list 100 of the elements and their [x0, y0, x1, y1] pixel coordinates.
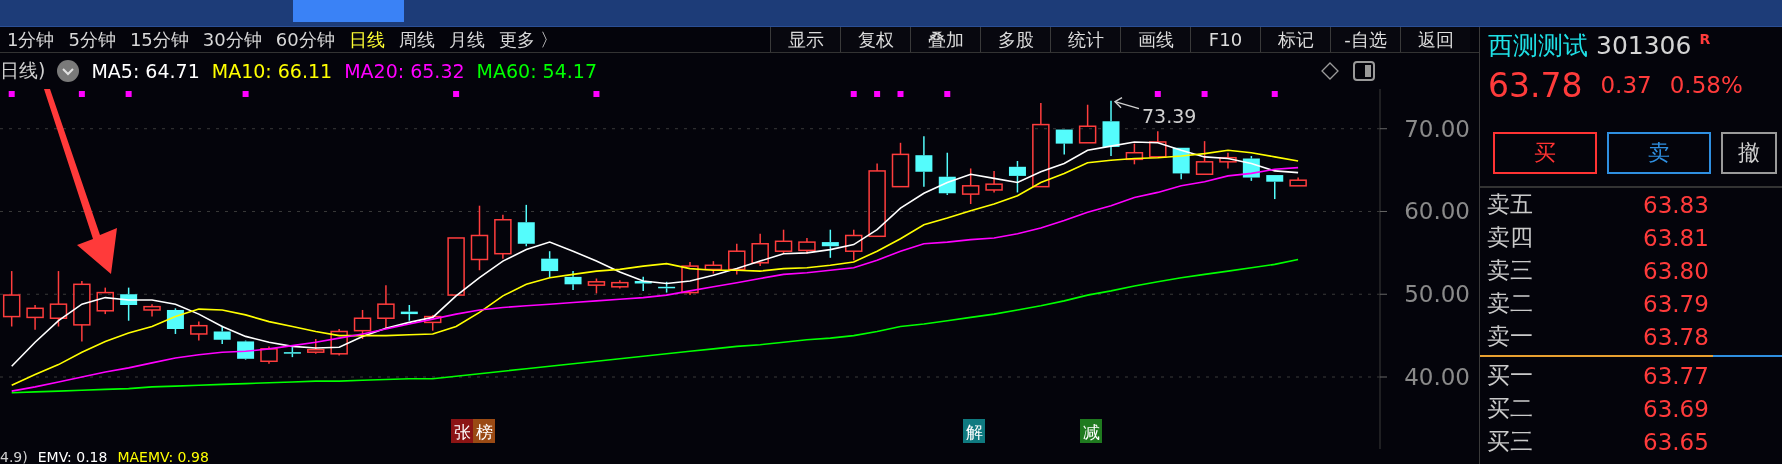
- period-tab[interactable]: 60分钟: [268, 27, 342, 52]
- candlestick: [143, 303, 161, 318]
- toolbar-button[interactable]: 画线: [1120, 27, 1190, 52]
- ask-level: 卖五: [1487, 190, 1533, 219]
- candlestick: [891, 142, 910, 188]
- indicator-value: EMV: 0.18: [37, 449, 108, 464]
- candlestick: [564, 270, 582, 291]
- candlestick: [1289, 176, 1307, 187]
- period-tab[interactable]: 5分钟: [61, 27, 123, 52]
- candlestick: [517, 204, 535, 247]
- event-tag[interactable]: 解: [963, 419, 985, 443]
- diamond-icon[interactable]: [1321, 62, 1339, 80]
- last-price: 63.78: [1488, 65, 1583, 105]
- sell-button[interactable]: 卖: [1607, 132, 1711, 174]
- candlestick: [1219, 151, 1237, 170]
- candlestick: [470, 204, 489, 271]
- toolbar-button[interactable]: -自选: [1330, 27, 1400, 52]
- candlestick: [1055, 129, 1073, 156]
- period-tab[interactable]: 30分钟: [195, 27, 269, 52]
- candlestick: [166, 307, 184, 335]
- candlestick: [494, 214, 512, 260]
- candlestick: [798, 237, 816, 255]
- candlestick: [915, 135, 933, 188]
- toolbar-button[interactable]: 叠加: [910, 27, 980, 52]
- ask-price: 63.79: [1643, 290, 1709, 317]
- candlestick: [751, 233, 769, 267]
- toolbar-button[interactable]: 标记: [1260, 27, 1330, 52]
- price-change: 0.37: [1600, 72, 1652, 98]
- bid-price: 63.65: [1643, 428, 1709, 455]
- candlestick: [704, 260, 723, 275]
- period-tab[interactable]: 15分钟: [122, 27, 196, 52]
- candlestick: [961, 167, 980, 205]
- panel-toggle-icon[interactable]: [1353, 61, 1375, 81]
- ask-price: 63.80: [1643, 257, 1709, 284]
- indicator-value: MA10: 66.11: [211, 60, 333, 82]
- ask-price: 63.83: [1643, 191, 1709, 218]
- ask-price: 63.81: [1643, 224, 1709, 251]
- candlestick: [728, 243, 746, 276]
- candlestick: [985, 170, 1003, 194]
- candlestick: [283, 346, 301, 358]
- candlestick: [1008, 160, 1026, 194]
- candlestick: [213, 324, 231, 345]
- event-tag[interactable]: 榜: [473, 419, 495, 443]
- ask-level: 卖四: [1487, 223, 1533, 252]
- indicator-value: MA5: 64.71: [91, 60, 200, 82]
- bid-level: 买三: [1487, 427, 1533, 456]
- period-tab[interactable]: 1分钟: [0, 27, 62, 52]
- period-tab[interactable]: 日线: [341, 27, 392, 52]
- change-percent: 0.58%: [1669, 72, 1743, 98]
- candlestick: [330, 328, 348, 357]
- ask-level: 卖三: [1487, 256, 1533, 285]
- period-tab[interactable]: 更多 〉: [491, 27, 566, 52]
- indicator-value: MAEMV: 0.98: [117, 449, 209, 464]
- candlestick: [307, 338, 325, 355]
- high-price-label: 73.39: [1142, 104, 1197, 127]
- toolbar-button[interactable]: F10: [1190, 27, 1260, 52]
- candlestick: [423, 314, 442, 332]
- cancel-button[interactable]: 撤: [1721, 132, 1777, 174]
- candlestick: [541, 250, 559, 279]
- candlestick: [2, 270, 21, 328]
- event-tag[interactable]: 张: [451, 419, 473, 443]
- bid-level: 买一: [1487, 361, 1533, 390]
- toolbar-button[interactable]: 统计: [1050, 27, 1120, 52]
- candlestick: [1078, 103, 1097, 144]
- period-tab[interactable]: 周线: [391, 27, 442, 52]
- candlestick: [73, 280, 91, 343]
- candlestick: [658, 281, 676, 294]
- stock-code: 301306: [1596, 30, 1692, 60]
- indicator-value: MA20: 65.32: [344, 60, 465, 82]
- candlestick: [1125, 142, 1144, 166]
- candlestick: [353, 309, 372, 340]
- indicator-param: 4.9): [0, 449, 28, 464]
- candlestick: [611, 279, 629, 290]
- stock-name: 西测测试: [1488, 29, 1588, 62]
- event-tag[interactable]: 减: [1080, 419, 1102, 443]
- toolbar-button[interactable]: 返回: [1400, 27, 1470, 52]
- chevron-down-icon[interactable]: [57, 60, 80, 82]
- indicator-value: MA60: 54.17: [476, 60, 597, 82]
- candlestick: [1195, 140, 1214, 175]
- toolbar-button[interactable]: 多股: [980, 27, 1050, 52]
- candlestick: [260, 345, 278, 365]
- toolbar-button[interactable]: 复权: [840, 27, 910, 52]
- buy-button[interactable]: 买: [1493, 132, 1597, 174]
- candlestick: [190, 320, 208, 342]
- axis-label: 60.00: [1404, 198, 1470, 225]
- ask-price: 63.78: [1643, 323, 1709, 350]
- candlestick: [237, 339, 255, 361]
- axis-label: 70.00: [1404, 115, 1470, 142]
- period-tab[interactable]: 月线: [441, 27, 492, 52]
- candlestick: [938, 151, 956, 196]
- candlestick: [377, 284, 395, 330]
- candlestick: [634, 276, 652, 292]
- candlestick: [774, 228, 793, 255]
- axis-label: 40.00: [1404, 364, 1470, 390]
- candlestick: [821, 228, 839, 259]
- candlestick: [845, 228, 863, 262]
- candlestick: [681, 261, 699, 296]
- candlestick: [49, 270, 68, 328]
- toolbar-button[interactable]: 显示: [770, 27, 840, 52]
- candlestick: [1172, 147, 1190, 180]
